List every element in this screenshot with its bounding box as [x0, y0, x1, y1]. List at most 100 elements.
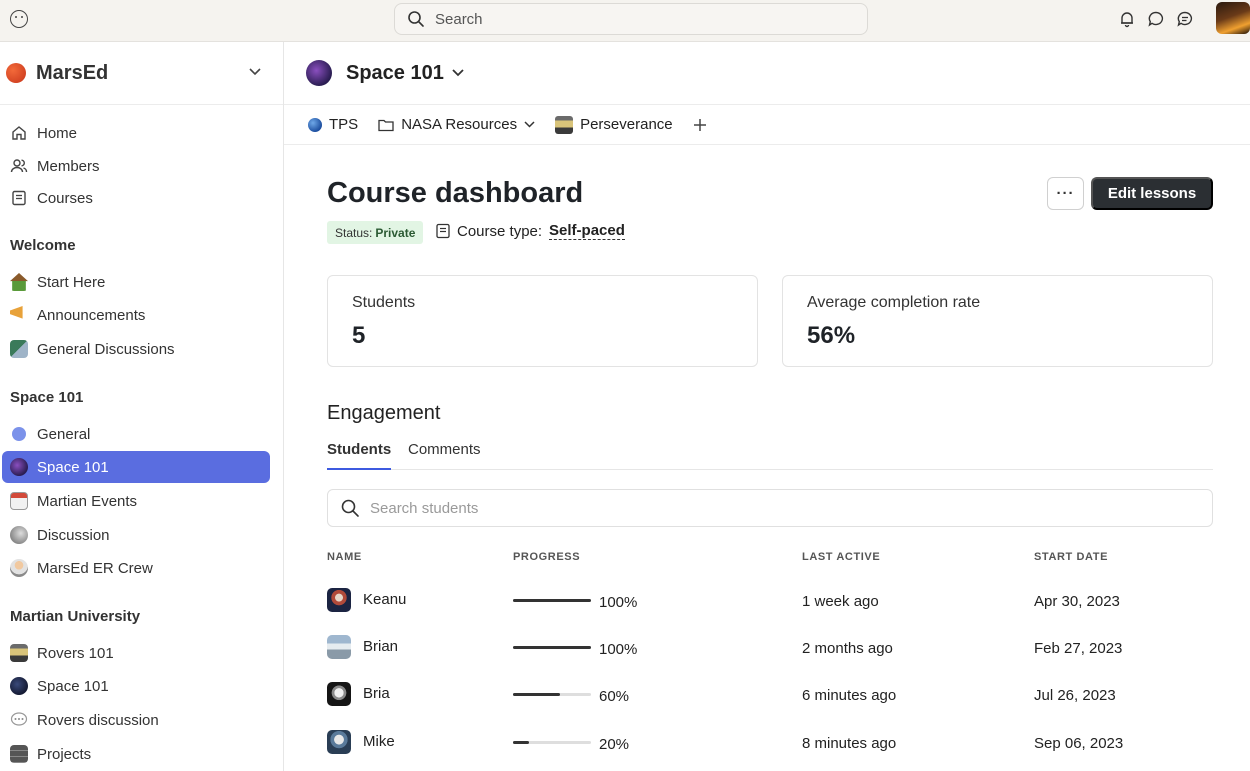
tab-nasa-resources[interactable]: NASA Resources	[378, 116, 535, 133]
stat-card-completion-rate: Average completion rate 56%	[782, 275, 1213, 367]
student-name[interactable]: Keanu	[363, 591, 406, 608]
start-date: Jul 26, 2023	[1034, 687, 1116, 704]
progress-bar	[513, 693, 591, 696]
status-badge: Status: Private	[327, 221, 424, 244]
space-title[interactable]: Space 101	[346, 62, 444, 85]
sidebar-item-general[interactable]: General	[2, 418, 270, 450]
more-options-button[interactable]: ···	[1047, 177, 1084, 210]
avatar	[327, 635, 351, 659]
sidebar-item-discussion[interactable]: Discussion	[2, 519, 270, 551]
sidebar-item-members[interactable]: Members	[2, 150, 270, 182]
sidebar-item-space-101[interactable]: Space 101	[2, 451, 270, 483]
progress-percent: 100%	[599, 594, 638, 611]
space-icon	[10, 458, 28, 476]
global-search-placeholder: Search	[435, 10, 483, 28]
chevron-down-icon[interactable]	[452, 69, 464, 77]
file-cabinet-emoji-icon	[10, 745, 28, 763]
table-row[interactable]: Bria 60% 6 minutes ago Jul 26, 2023	[327, 682, 1213, 722]
space-tabs: TPS NASA Resources Perseverance	[284, 105, 1250, 145]
progress-percent: 60%	[599, 688, 630, 705]
start-date: Apr 30, 2023	[1034, 593, 1120, 610]
column-header-name[interactable]: NAME	[327, 551, 362, 563]
column-header-start-date[interactable]: START DATE	[1034, 551, 1108, 563]
chevron-down-icon	[524, 121, 535, 128]
progress-bar	[513, 741, 591, 744]
column-header-last-active[interactable]: LAST ACTIVE	[802, 551, 880, 563]
student-name[interactable]: Brian	[363, 638, 398, 655]
speech-balloon-emoji-icon	[10, 711, 28, 729]
student-name[interactable]: Bria	[363, 685, 390, 702]
table-row[interactable]: Mike 20% 8 minutes ago Sep 06, 2023	[327, 730, 1213, 770]
sidebar-item-home[interactable]: Home	[2, 117, 270, 149]
plus-icon[interactable]	[693, 118, 707, 132]
last-active: 8 minutes ago	[802, 735, 897, 752]
community-switcher[interactable]: MarsEd	[0, 42, 283, 105]
search-icon	[341, 499, 359, 517]
sidebar-item-courses[interactable]: Courses	[2, 182, 270, 214]
section-title-martian-university[interactable]: Martian University	[10, 608, 140, 625]
table-row[interactable]: Brian 100% 2 months ago Feb 27, 2023	[327, 635, 1213, 675]
student-name[interactable]: Mike	[363, 733, 395, 750]
sidebar-item-general-discussions[interactable]: General Discussions	[2, 333, 270, 365]
start-date: Sep 06, 2023	[1034, 735, 1124, 752]
folder-icon	[378, 119, 394, 131]
blue-circle-icon	[10, 425, 28, 443]
chat-bubble-icon[interactable]	[1147, 10, 1165, 28]
sidebar-item-space-101-mu[interactable]: Space 101	[2, 670, 270, 702]
course-type-value[interactable]: Self-paced	[549, 222, 625, 240]
edit-lessons-button[interactable]: Edit lessons	[1091, 177, 1213, 210]
search-students-input[interactable]	[370, 499, 1070, 517]
last-active: 2 months ago	[802, 640, 893, 657]
engagement-title: Engagement	[327, 402, 441, 424]
tab-students[interactable]: Students	[327, 441, 392, 470]
community-name: MarsEd	[36, 61, 109, 84]
sidebar-item-projects[interactable]: Projects	[2, 738, 270, 770]
user-avatar[interactable]	[1216, 2, 1250, 34]
sidebar-item-rovers-discussion[interactable]: Rovers discussion	[2, 704, 270, 736]
calendar-emoji-icon	[10, 492, 28, 510]
global-search[interactable]: Search	[394, 3, 868, 35]
home-icon	[12, 126, 26, 140]
rover-emoji-icon	[555, 115, 574, 134]
avatar	[327, 682, 351, 706]
rover-emoji-icon	[10, 644, 28, 662]
space-header: Space 101	[284, 42, 1250, 105]
sidebar-item-announcements[interactable]: Announcements	[2, 299, 270, 331]
tab-comments[interactable]: Comments	[408, 441, 481, 470]
megaphone-emoji-icon	[10, 306, 28, 324]
course-type: Course type: Self-paced	[435, 222, 625, 240]
start-date: Feb 27, 2023	[1034, 640, 1123, 657]
tab-perseverance[interactable]: Perseverance	[555, 115, 673, 134]
space-icon	[306, 60, 332, 86]
sidebar-item-marsed-er-crew[interactable]: MarsEd ER Crew	[2, 552, 270, 584]
table-row[interactable]: Keanu 100% 1 week ago Apr 30, 2023	[327, 588, 1213, 628]
tab-tps[interactable]: TPS	[308, 116, 358, 133]
satellite-dish-emoji-icon	[10, 526, 28, 544]
smiley-icon[interactable]	[10, 10, 28, 28]
sidebar-item-martian-events[interactable]: Martian Events	[2, 485, 270, 517]
course-type-icon	[436, 223, 450, 239]
progress-percent: 100%	[599, 641, 638, 658]
progress-bar	[513, 646, 591, 649]
sidebar-item-start-here[interactable]: Start Here	[2, 266, 270, 298]
speech-bubbles-emoji-icon	[10, 340, 28, 358]
globe-icon	[308, 117, 322, 132]
avatar	[327, 730, 351, 754]
section-title-welcome[interactable]: Welcome	[10, 237, 76, 254]
column-header-progress[interactable]: PROGRESS	[513, 551, 580, 563]
dark-planet-icon	[10, 677, 28, 695]
mars-logo-icon	[6, 63, 26, 83]
avatar	[327, 588, 351, 612]
sidebar-item-rovers-101[interactable]: Rovers 101	[2, 637, 270, 669]
section-title-space-101[interactable]: Space 101	[10, 389, 83, 406]
page-title: Course dashboard	[327, 177, 584, 209]
sidebar: MarsEd Home Members Courses Welcome Star…	[0, 42, 284, 771]
engagement-tabs: Students Comments	[327, 441, 1213, 470]
house-emoji-icon	[10, 273, 28, 291]
messages-icon[interactable]	[1176, 10, 1194, 28]
last-active: 6 minutes ago	[802, 687, 897, 704]
astronaut-emoji-icon	[10, 559, 28, 577]
top-bar: Search	[0, 0, 1250, 42]
bell-icon[interactable]	[1118, 10, 1136, 28]
progress-percent: 20%	[599, 736, 630, 753]
